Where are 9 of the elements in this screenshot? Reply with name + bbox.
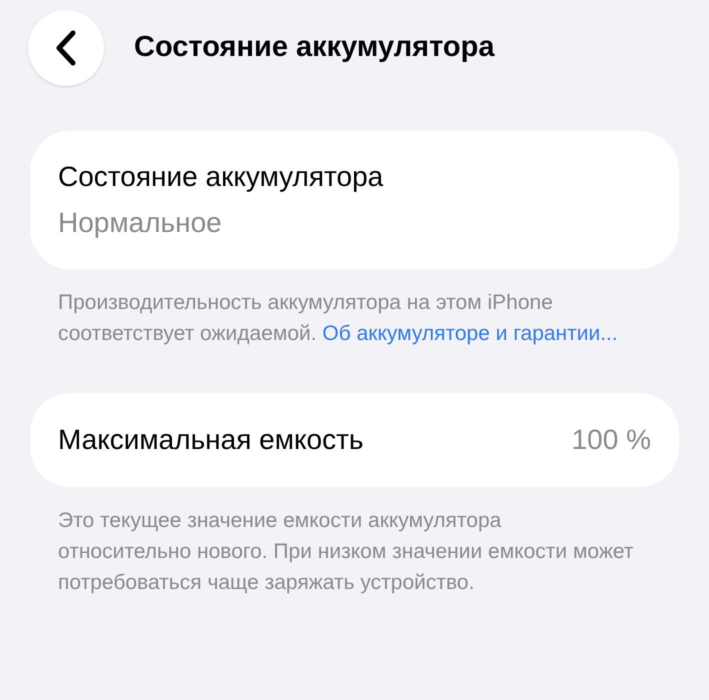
health-value: Нормальное [58, 206, 223, 240]
health-label: Состояние аккумулятора [58, 160, 384, 194]
capacity-value: 100 % [572, 423, 651, 457]
capacity-label: Максимальная емкость [58, 423, 364, 457]
battery-warranty-link[interactable]: Об аккумуляторе и гарантии... [322, 322, 618, 345]
capacity-note: Это текущее значение емкости аккумулятора относительно нового. При низком значении емкости может потребоваться чаще заряжать устройство. [57, 508, 634, 596]
health-note: Производительность аккумулятора на этом iPhone соответствует ожидаемой. Об аккумуляторе и гарантии... [57, 290, 619, 347]
page-title: Состояние аккумулятора [134, 30, 494, 66]
chevron-left-icon [55, 30, 77, 66]
